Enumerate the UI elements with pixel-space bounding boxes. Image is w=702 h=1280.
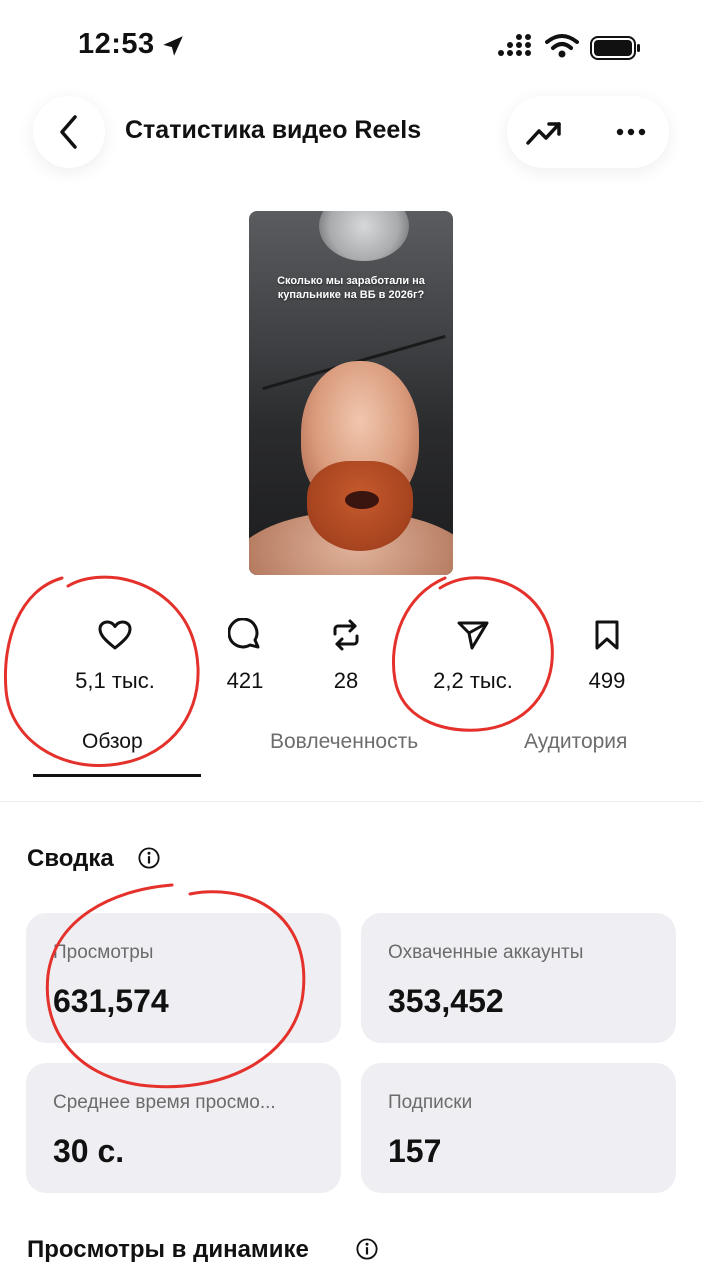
comment-icon [228,618,260,649]
reposts-stat: 28 [281,618,411,694]
summary-title: Сводка [27,845,114,872]
battery-icon [590,36,640,60]
follows-value: 157 [388,1133,442,1169]
back-button[interactable] [33,96,105,168]
tab-audience[interactable]: Аудитория [524,730,627,754]
chevron-left-icon [60,115,77,149]
likes-count: 5,1 тыс. [75,668,155,693]
location-arrow-icon [163,36,183,56]
shares-count: 2,2 тыс. [433,668,513,693]
bookmark-icon [595,620,619,650]
reach-label: Охваченные аккаунты [388,942,584,963]
avg-watch-time-card[interactable]: Среднее время просмо... 30 с. [26,1063,341,1193]
wifi-icon [545,34,579,58]
views-dynamics-title: Просмотры в динамике [27,1236,309,1263]
repost-icon [333,619,359,651]
more-icon[interactable] [616,128,646,136]
status-time: 12:53 [78,28,155,60]
divider [0,801,702,802]
views-label: Просмотры [53,942,154,963]
tab-engagement[interactable]: Вовлеченность [270,728,436,756]
saves-stat: 499 [542,618,672,694]
reposts-count: 28 [333,668,359,693]
follows-card[interactable]: Подписки 157 [361,1063,676,1193]
reach-value: 353,452 [388,983,504,1019]
video-thumbnail[interactable]: Сколько мы заработали на купальнике на В… [249,211,453,575]
avg-watch-time-label: Среднее время просмо... [53,1092,276,1113]
video-caption: Сколько мы заработали на купальнике на В… [277,275,425,301]
follows-label: Подписки [388,1092,473,1113]
trending-up-icon[interactable] [525,116,563,150]
info-icon[interactable] [138,847,160,869]
cellular-signal-icon [498,34,531,56]
heart-icon [98,620,132,650]
views-card[interactable]: Просмотры 631,574 [26,913,341,1043]
likes-stat: 5,1 тыс. [50,618,180,694]
info-icon[interactable] [356,1238,378,1260]
send-icon [457,621,489,650]
page-title: Статистика видео Reels [125,116,422,144]
avg-watch-time-value: 30 с. [53,1133,125,1169]
active-tab-indicator [33,774,201,777]
reach-card[interactable]: Охваченные аккаунты 353,452 [361,913,676,1043]
tab-overview[interactable]: Обзор [82,730,143,754]
saves-count: 499 [588,668,626,693]
shares-stat: 2,2 тыс. [408,618,538,694]
views-value: 631,574 [53,983,169,1019]
